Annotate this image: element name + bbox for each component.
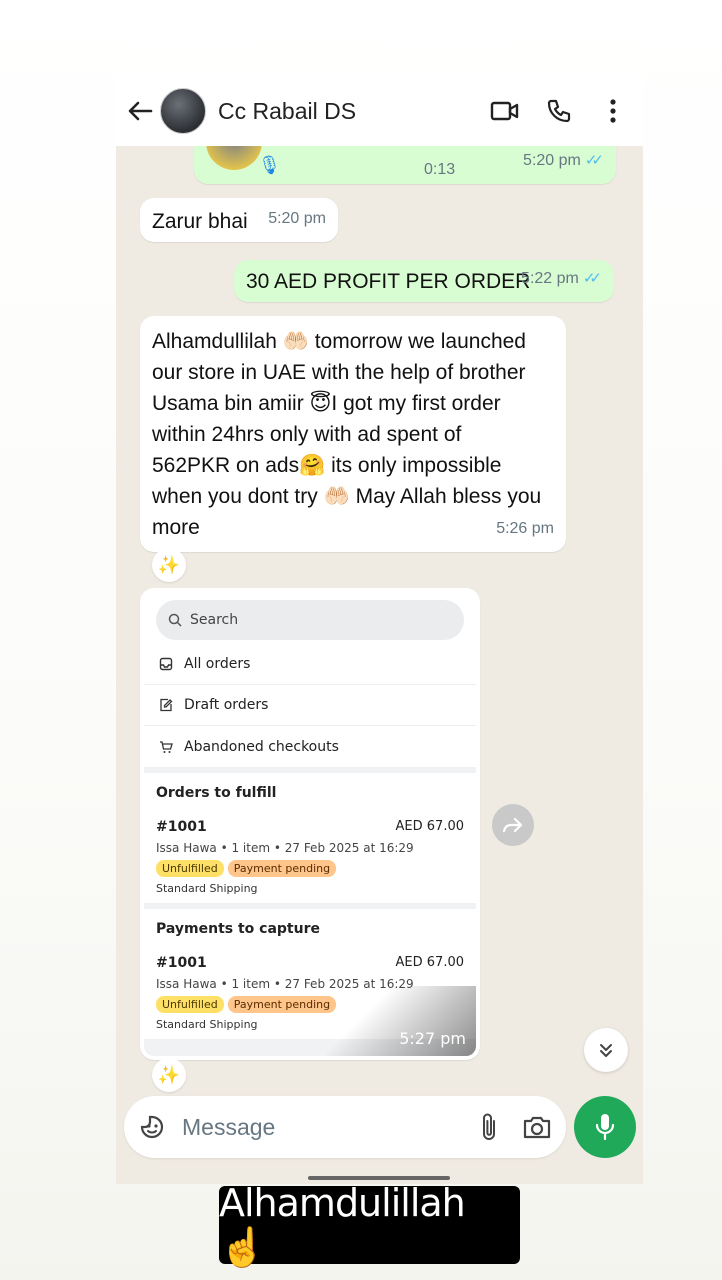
message-text: 30 AED PROFIT PER ORDER <box>246 270 531 293</box>
order-amount: AED 67.00 <box>395 955 464 970</box>
chevrons-down-icon[interactable] <box>584 1028 628 1072</box>
incoming-message[interactable]: Zarur bhai 5:20 pm <box>140 198 338 242</box>
home-indicator <box>308 1176 450 1180</box>
message-line: 562PKR on ads🤗 its only impossible <box>152 454 502 477</box>
chat-header: Cc Rabail DS <box>116 76 643 146</box>
voice-call-icon[interactable] <box>539 91 579 131</box>
shipping-method: Standard Shipping <box>156 882 258 895</box>
more-options-icon[interactable] <box>593 91 633 131</box>
card-title: Payments to capture <box>156 921 320 937</box>
message-line: within 24hrs only with ad spent of <box>152 423 462 446</box>
message-input[interactable] <box>182 1113 458 1141</box>
message-time: 5:22 pm ✓✓ <box>521 263 602 294</box>
order-number: #1001 <box>156 819 207 835</box>
orders-card: Orders to fulfill #1001 AED 67.00 Issa H… <box>144 773 476 903</box>
screenshot-menu-item: Abandoned checkouts <box>144 726 476 767</box>
store-app-screenshot[interactable]: Search All orders Draft orders Abandoned… <box>144 592 476 1056</box>
order-badges: Unfulfilled Payment pending <box>156 860 464 877</box>
message-line: Usama bin amiir 😇I got my first order <box>152 392 501 415</box>
forward-icon[interactable] <box>492 804 534 846</box>
search-placeholder: Search <box>190 612 239 628</box>
order-meta: Issa Hawa • 1 item • 27 Feb 2025 at 16:2… <box>156 841 414 855</box>
incoming-message[interactable]: Alhamdullilah 🤲🏻 tomorrow we launched ou… <box>140 316 566 552</box>
order-number: #1001 <box>156 955 207 971</box>
order-amount: AED 67.00 <box>395 819 464 834</box>
message-time: 5:20 pm ✓✓ <box>523 145 604 176</box>
contact-name[interactable]: Cc Rabail DS <box>218 98 471 125</box>
screenshot-menu-item: All orders <box>144 644 476 685</box>
search-icon <box>168 613 182 627</box>
message-time: 5:27 pm <box>399 1029 466 1048</box>
read-ticks-icon: ✓✓ <box>582 270 602 287</box>
message-time: 5:26 pm <box>496 520 554 537</box>
message-text: Zarur bhai <box>152 210 248 233</box>
unfulfilled-badge: Unfulfilled <box>156 996 224 1013</box>
outgoing-message[interactable]: 30 AED PROFIT PER ORDER 5:22 pm ✓✓ <box>234 260 614 302</box>
inbox-icon <box>158 656 174 672</box>
card-title: Orders to fulfill <box>156 785 277 801</box>
edit-document-icon <box>158 697 174 713</box>
order-row: #1001 AED 67.00 <box>156 955 464 971</box>
screenshot-menu-item: Draft orders <box>144 685 476 726</box>
story-caption: Alhamdulillah ☝️ <box>219 1181 520 1269</box>
message-list[interactable]: 🎙 0:13 5:20 pm ✓✓ Zarur bhai 5:20 pm 30 A… <box>116 126 643 1184</box>
back-arrow-icon[interactable] <box>126 97 154 125</box>
order-row: #1001 AED 67.00 <box>156 819 464 835</box>
voice-message[interactable]: 🎙 0:13 5:20 pm ✓✓ <box>194 126 643 184</box>
microphone-icon: 🎙 <box>258 155 281 175</box>
sticker-icon[interactable] <box>136 1111 168 1143</box>
message-line: Alhamdullilah 🤲🏻 tomorrow we launched <box>152 330 526 353</box>
voice-record-button[interactable] <box>574 1096 636 1158</box>
microphone-icon <box>595 1114 615 1141</box>
image-message[interactable]: Search All orders Draft orders Abandoned… <box>140 588 480 1060</box>
voice-duration: 0:13 <box>424 161 456 178</box>
unfulfilled-badge: Unfulfilled <box>156 860 224 877</box>
message-time: 5:20 pm <box>268 210 326 227</box>
payment-pending-badge: Payment pending <box>227 996 337 1013</box>
message-line: when you dont try 🤲🏻 May Allah bless you <box>152 485 542 508</box>
message-line: our store in UAE with the help of brothe… <box>152 361 526 384</box>
payment-pending-badge: Payment pending <box>227 860 337 877</box>
read-ticks-icon: ✓✓ <box>584 152 604 169</box>
attach-icon[interactable] <box>472 1110 506 1144</box>
whatsapp-chat-screen: Cc Rabail DS 🎙 0:13 5:20 pm ✓✓ Zarur bhai… <box>116 76 643 1184</box>
reaction-sparkle-icon[interactable]: ✨ <box>152 1058 186 1092</box>
screenshot-menu: Search All orders Draft orders Abandoned… <box>144 592 476 767</box>
message-line: more <box>152 516 200 539</box>
avatar[interactable] <box>160 88 206 134</box>
cart-icon <box>158 739 174 755</box>
video-call-icon[interactable] <box>485 91 525 131</box>
reaction-sparkle-icon[interactable]: ✨ <box>152 548 186 582</box>
message-composer <box>124 1096 566 1158</box>
screenshot-search: Search <box>156 600 464 640</box>
camera-icon[interactable] <box>520 1110 554 1144</box>
